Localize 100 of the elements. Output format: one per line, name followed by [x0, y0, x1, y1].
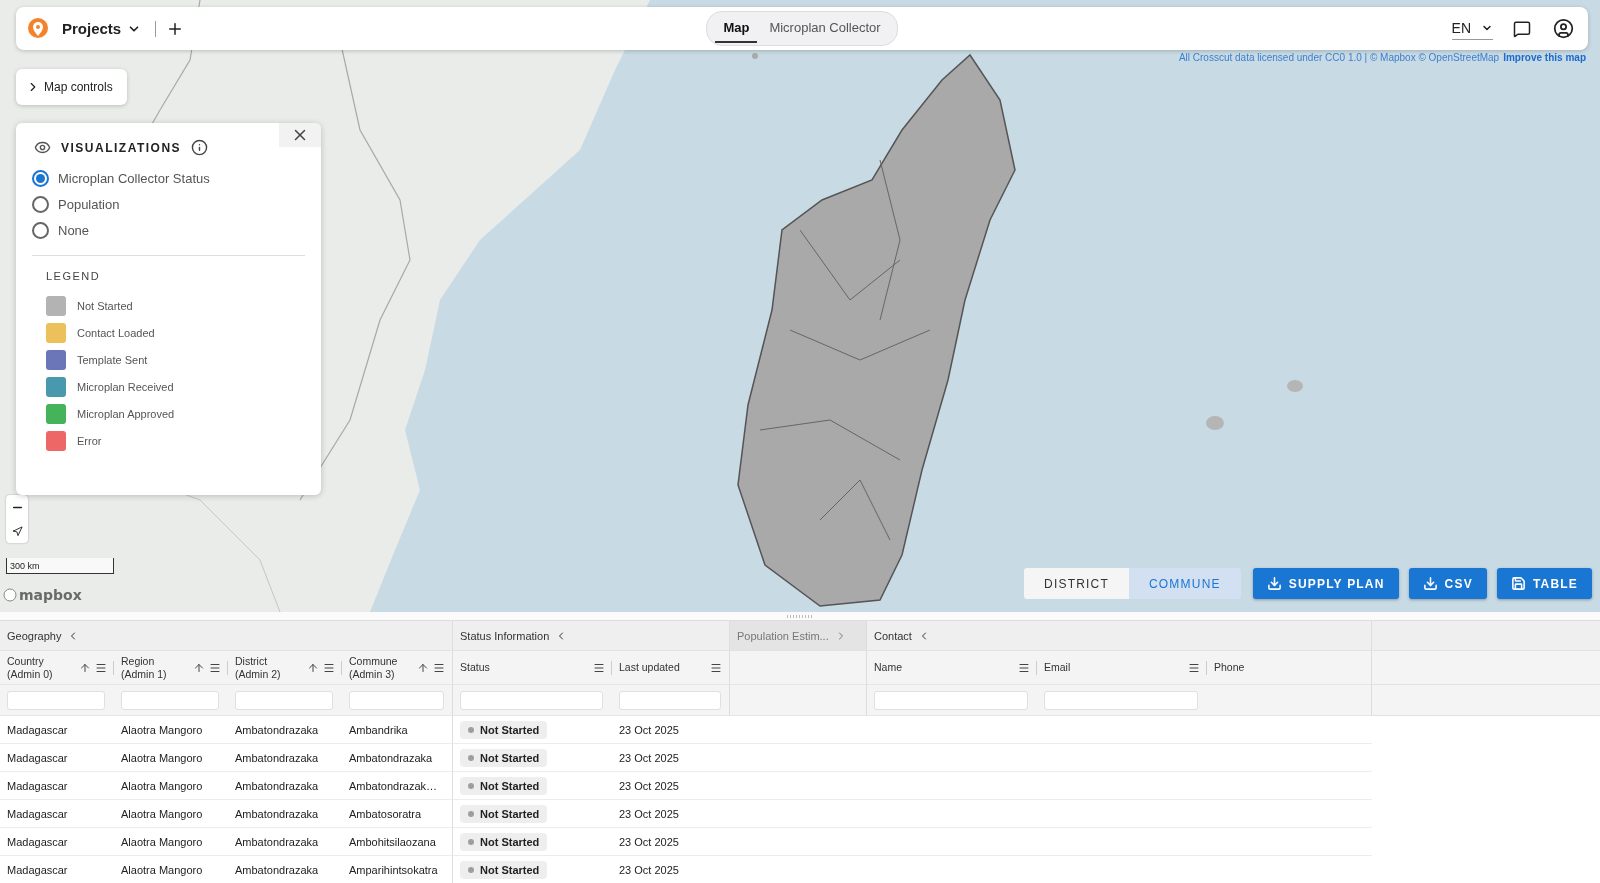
table-cell: Ambatondrazaka — [235, 751, 319, 764]
action-button[interactable]: TABLE — [1496, 568, 1592, 599]
table-cell: Alaotra Mangoro — [121, 863, 203, 876]
menu-icon[interactable] — [95, 661, 107, 674]
menu-icon[interactable] — [209, 661, 221, 674]
column-label: Name — [874, 661, 903, 674]
view-tab[interactable]: Map — [715, 14, 758, 43]
column-group-header[interactable]: Status Information — [453, 621, 730, 651]
status-badge: Not Started — [460, 748, 548, 767]
logo-icon — [28, 17, 48, 40]
table-cell: 23 Oct 2025 — [619, 779, 679, 792]
status-badge: Not Started — [460, 860, 548, 879]
account-icon[interactable] — [1551, 16, 1576, 41]
legend-label: Template Sent — [77, 354, 148, 366]
status-badge: Not Started — [460, 832, 548, 851]
map-controls-button[interactable]: Map controls — [16, 69, 127, 105]
legend-title: LEGEND — [46, 270, 102, 282]
table-cell: Ambatondrazak… — [349, 779, 438, 792]
action-button[interactable]: CSV — [1408, 568, 1487, 599]
table-cell: 23 Oct 2025 — [619, 863, 679, 876]
table-cell: 23 Oct 2025 — [619, 723, 679, 736]
table-cell: Ambatondrazaka — [235, 863, 319, 876]
column-header[interactable]: District (Admin 2) — [228, 651, 342, 685]
column-header[interactable]: Email — [1037, 651, 1207, 685]
filter-field[interactable] — [874, 690, 1028, 710]
column-group-header[interactable]: Contact — [867, 621, 1372, 651]
table-cell: Ambatondrazaka — [349, 751, 433, 764]
filter-field[interactable] — [7, 690, 105, 710]
table-cell: Madagascar — [7, 751, 68, 764]
legend-label: Microplan Received — [77, 381, 174, 393]
action-button[interactable]: SUPPLY PLAN — [1252, 568, 1399, 599]
improve-map-link[interactable]: Improve this map — [1503, 52, 1586, 63]
resize-handle[interactable] — [787, 614, 813, 618]
level-toggle[interactable]: COMMUNE — [1128, 568, 1241, 599]
radio-button[interactable] — [32, 196, 49, 213]
language-select[interactable]: EN — [1451, 17, 1493, 40]
filter-field[interactable] — [460, 690, 603, 710]
menu-icon[interactable] — [323, 661, 335, 674]
table-cell: Ambohitsilaozana — [349, 835, 436, 848]
column-header[interactable]: Phone — [1207, 651, 1372, 685]
legend-label: Not Started — [77, 300, 133, 312]
legend-label: Contact Loaded — [77, 327, 155, 339]
column-label: Commune (Admin 3) — [349, 655, 399, 680]
table-cell: Ambandrika — [349, 723, 408, 736]
group-label: Geography — [7, 629, 62, 642]
column-label: Country (Admin 0) — [7, 655, 54, 680]
radio-button[interactable] — [32, 170, 49, 187]
column-label: Region (Admin 1) — [121, 655, 168, 680]
filter-field[interactable] — [121, 690, 219, 710]
status-badge: Not Started — [460, 804, 548, 823]
table-cell: 23 Oct 2025 — [619, 751, 679, 764]
table-cell: Ambatondrazaka — [235, 723, 319, 736]
menu-icon[interactable] — [1018, 661, 1030, 674]
column-group-header[interactable]: Geography — [0, 621, 453, 651]
table-cell: Ambatondrazaka — [235, 807, 319, 820]
level-toggle[interactable]: DISTRICT — [1024, 568, 1129, 599]
filter-field[interactable] — [235, 690, 333, 710]
column-label: Last updated — [619, 661, 681, 674]
projects-menu[interactable]: Projects — [56, 16, 148, 41]
menu-icon[interactable] — [433, 661, 445, 674]
table-cell: Madagascar — [7, 807, 68, 820]
radio-label: Microplan Collector Status — [58, 171, 210, 186]
column-header[interactable]: Region (Admin 1) — [114, 651, 228, 685]
table-cell: Madagascar — [7, 863, 68, 876]
table-cell: Alaotra Mangoro — [121, 835, 203, 848]
filter-field[interactable] — [619, 690, 721, 710]
menu-icon[interactable] — [1188, 661, 1200, 674]
download-icon — [1266, 576, 1282, 591]
menu-icon[interactable] — [710, 661, 722, 674]
view-tab[interactable]: Microplan Collector — [761, 14, 889, 43]
column-header[interactable]: Commune (Admin 3) — [342, 651, 453, 685]
column-header[interactable]: Status — [453, 651, 612, 685]
legend-label: Microplan Approved — [77, 408, 175, 420]
eye-icon — [34, 139, 51, 156]
filter-field[interactable] — [1044, 690, 1198, 710]
column-header[interactable]: Country (Admin 0) — [0, 651, 114, 685]
table-cell: 23 Oct 2025 — [619, 835, 679, 848]
table-cell: Madagascar — [7, 723, 68, 736]
info-icon[interactable] — [191, 139, 209, 156]
filter-field[interactable] — [349, 690, 444, 710]
map-attribution: All Crosscut data licensed under CC0 1.0 | © Mapbox © OpenStreetMap Improve this map — [1178, 52, 1586, 63]
table-cell: Alaotra Mangoro — [121, 807, 203, 820]
group-label: Contact — [874, 629, 912, 642]
scale-bar: 300 km — [6, 558, 114, 574]
column-label: District (Admin 2) — [235, 655, 282, 680]
column-header[interactable]: Last updated — [612, 651, 730, 685]
table-cell: Madagascar — [7, 779, 68, 792]
save-icon — [1510, 576, 1526, 591]
group-label: Status Information — [460, 629, 550, 642]
table-cell: Alaotra Mangoro — [121, 751, 203, 764]
status-badge: Not Started — [460, 776, 548, 795]
radio-button[interactable] — [32, 222, 49, 239]
close-icon[interactable] — [279, 123, 321, 147]
group-label: Population Estim... — [737, 629, 829, 642]
table-cell: Ambatondrazaka — [235, 835, 319, 848]
table-cell: Ambatondrazaka — [235, 779, 319, 792]
column-group-header[interactable]: Population Estim... — [730, 621, 867, 651]
menu-icon[interactable] — [593, 661, 605, 674]
column-header[interactable]: Name — [867, 651, 1037, 685]
column-label: Email — [1044, 661, 1072, 674]
